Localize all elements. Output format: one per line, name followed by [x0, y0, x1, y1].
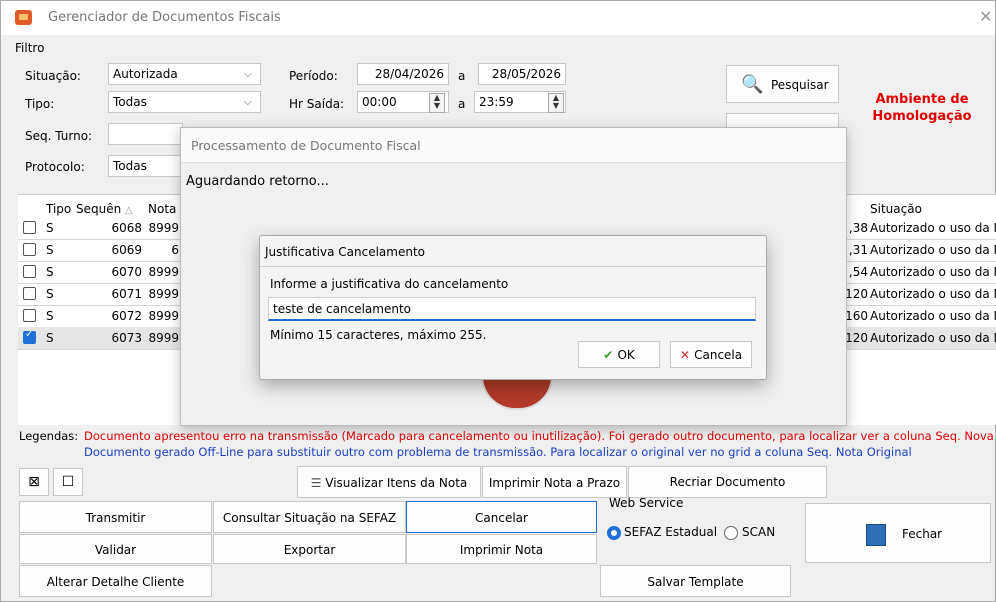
app-icon: [15, 10, 32, 25]
list-icon: ☰: [310, 476, 326, 490]
cancela-button[interactable]: ✕ Cancela: [670, 341, 752, 368]
imprimir-prazo-button[interactable]: Imprimir Nota a Prazo: [482, 466, 627, 498]
chevron-down-icon: ⌵: [243, 67, 252, 80]
uncheck-all-button[interactable]: ☐: [53, 468, 83, 496]
cell-situacao: Autorizado o uso da NF: [870, 265, 996, 279]
search-icon: 🔍: [741, 74, 764, 95]
sefaz-estadual-radio[interactable]: [607, 526, 621, 540]
justificativa-hint: Mínimo 15 caracteres, máximo 255.: [270, 328, 487, 342]
title-bar: Gerenciador de Documentos Fiscais ✕: [1, 1, 995, 35]
periodo-sep: a: [458, 69, 466, 83]
cell-nota: 8999: [148, 221, 179, 235]
seq-turno-label: Seq. Turno:: [25, 129, 93, 143]
x-icon: ✕: [679, 348, 695, 362]
cell-situacao: Autorizado o uso da NF: [870, 309, 996, 323]
chevron-down-icon: ⌵: [243, 95, 252, 108]
fechar-button[interactable]: Fechar: [805, 503, 991, 563]
transmitir-button[interactable]: Transmitir: [19, 501, 212, 533]
row-checkbox[interactable]: [23, 309, 36, 322]
cell-tipo: S: [46, 221, 54, 235]
recriar-button[interactable]: Recriar Documento: [628, 466, 827, 498]
alterar-cliente-button[interactable]: Alterar Detalhe Cliente: [19, 565, 212, 597]
hr-to-spinner[interactable]: ▲ ▼: [548, 93, 564, 113]
filter-group-label: Filtro: [15, 41, 45, 55]
tipo-select[interactable]: Todas ⌵: [108, 91, 261, 113]
situacao-select[interactable]: Autorizada ⌵: [108, 63, 261, 85]
row-checkbox[interactable]: [23, 265, 36, 278]
cell-nota: 8999: [148, 265, 179, 279]
cell-tipo: S: [46, 243, 54, 257]
web-service-label: Web Service: [609, 496, 684, 510]
row-checkbox[interactable]: [23, 221, 36, 234]
hr-saida-label: Hr Saída:: [289, 97, 345, 111]
row-checkbox[interactable]: [23, 243, 36, 256]
hr-from-spinner[interactable]: ▲ ▼: [429, 93, 445, 113]
check-all-button[interactable]: ⊠: [19, 468, 49, 496]
seq-turno-input[interactable]: [108, 123, 183, 145]
situacao-label: Situação:: [25, 69, 81, 83]
second-top-button[interactable]: [726, 113, 839, 127]
cell-situacao: Autorizado o uso da NF: [870, 287, 996, 301]
cell-tipo: S: [46, 309, 54, 323]
cell-situacao: Autorizado o uso da NF: [870, 243, 996, 257]
tipo-label: Tipo:: [25, 97, 55, 111]
cell-situacao: Autorizado o uso da NF: [870, 221, 996, 235]
cell-nota: 8999: [148, 287, 179, 301]
processing-dialog-titlebar: Processamento de Documento Fiscal: [181, 128, 846, 163]
justificativa-input[interactable]: teste de cancelamento: [268, 297, 756, 321]
cell-sequencia: 6072: [111, 309, 142, 323]
scan-label: SCAN: [742, 525, 776, 539]
window-title: Gerenciador de Documentos Fiscais: [48, 10, 281, 25]
pesquisar-button[interactable]: 🔍 Pesquisar: [726, 65, 839, 103]
justificativa-prompt: Informe a justificativa do cancelamento: [270, 277, 509, 291]
legend-error-line: Documento apresentou erro na transmissão…: [84, 429, 996, 443]
main-window: Gerenciador de Documentos Fiscais ✕ Filt…: [0, 0, 996, 602]
door-exit-icon: [866, 524, 886, 546]
cell-tipo: S: [46, 331, 54, 345]
periodo-label: Período:: [289, 69, 338, 83]
row-checkbox[interactable]: [23, 287, 36, 300]
hr-sep: a: [458, 97, 466, 111]
cell-nota: 8999: [148, 331, 179, 345]
consultar-sefaz-button[interactable]: Consultar Situação na SEFAZ: [213, 501, 406, 533]
cell-sequencia: 6068: [111, 221, 142, 235]
imprimir-nota-button[interactable]: Imprimir Nota: [406, 534, 597, 564]
cell-sequencia: 6070: [111, 265, 142, 279]
protocolo-select[interactable]: Todas: [108, 155, 183, 177]
ok-button[interactable]: ✔ OK: [578, 341, 660, 368]
processing-message: Aguardando retorno...: [186, 174, 329, 189]
cell-nota: 6: [171, 243, 179, 257]
sefaz-estadual-label: SEFAZ Estadual: [624, 525, 718, 539]
check-icon: ✔: [603, 348, 618, 362]
cancelar-button[interactable]: Cancelar: [406, 501, 597, 533]
periodo-to-input[interactable]: 28/05/2026: [478, 63, 566, 85]
cell-sequencia: 6073: [111, 331, 142, 345]
legend-offline-line: Documento gerado Off-Line para substitui…: [84, 445, 912, 459]
ambiente-label: Ambiente de Homologação: [872, 92, 972, 124]
legend-label: Legendas:: [19, 429, 79, 443]
cell-nota: 8999: [148, 309, 179, 323]
protocolo-label: Protocolo:: [25, 160, 85, 174]
cell-sequencia: 6069: [111, 243, 142, 257]
cell-sequencia: 6071: [111, 287, 142, 301]
validar-button[interactable]: Validar: [19, 534, 212, 564]
periodo-from-input[interactable]: 28/04/2026: [357, 63, 449, 85]
cell-situacao: Autorizado o uso da NF: [870, 331, 996, 345]
cell-tipo: S: [46, 287, 54, 301]
justificativa-dialog-title: Justificativa Cancelamento: [265, 245, 425, 259]
sort-up-icon: △: [125, 205, 133, 216]
close-icon[interactable]: ✕: [979, 7, 992, 26]
salvar-template-button[interactable]: Salvar Template: [600, 565, 791, 597]
justificativa-dialog: Justificativa Cancelamento Informe a jus…: [259, 235, 767, 380]
processing-dialog-title: Processamento de Documento Fiscal: [191, 138, 421, 153]
visualizar-itens-button[interactable]: ☰ Visualizar Itens da Nota: [297, 466, 481, 498]
cell-tipo: S: [46, 265, 54, 279]
dialog-divider: [260, 266, 766, 267]
scan-radio[interactable]: [724, 526, 738, 540]
row-checkbox[interactable]: [23, 329, 36, 344]
exportar-button[interactable]: Exportar: [213, 534, 406, 564]
